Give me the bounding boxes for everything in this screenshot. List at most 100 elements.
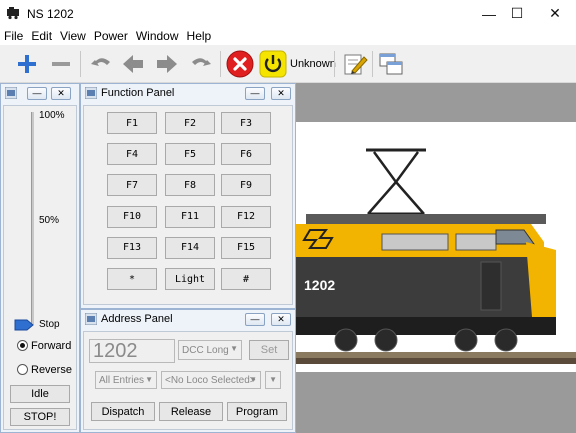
- program-button[interactable]: Program: [227, 402, 287, 421]
- throttle-frame: — ✕ 100% 50% Stop Forward Reverse Idle S…: [0, 83, 80, 433]
- chevron-down-icon: ▼: [269, 375, 277, 384]
- locomotive-picture: [296, 122, 576, 372]
- roster-entry-value: <No Loco Selected>: [165, 374, 256, 386]
- address-panel-titlebar: Address Panel — ✕: [81, 310, 295, 329]
- throttle-frame-titlebar: — ✕: [1, 84, 79, 103]
- redo-button[interactable]: [186, 49, 216, 79]
- function-button[interactable]: F11: [165, 205, 215, 228]
- throttle-body: [3, 105, 77, 430]
- direction-reverse-label: Reverse: [31, 364, 72, 376]
- function-button[interactable]: #: [221, 268, 271, 290]
- power-icon: [259, 50, 287, 78]
- forward-button[interactable]: [152, 49, 182, 79]
- function-button[interactable]: F5: [165, 143, 215, 166]
- dispatch-button[interactable]: Dispatch: [91, 402, 155, 421]
- function-button[interactable]: F4: [107, 143, 157, 166]
- function-button[interactable]: F10: [107, 205, 157, 228]
- function-button[interactable]: F14: [165, 236, 215, 259]
- function-button[interactable]: *: [107, 268, 157, 290]
- roster-filter-select[interactable]: All Entries ▼: [95, 371, 157, 389]
- undo-button[interactable]: [86, 49, 116, 79]
- function-button[interactable]: F6: [221, 143, 271, 166]
- title-bar: NS 1202 — ☐ ✕: [0, 0, 576, 27]
- toolbar-separator: [372, 51, 373, 77]
- frame-minimize-button[interactable]: —: [245, 313, 265, 326]
- forward-icon: [157, 55, 177, 73]
- remove-icon: [52, 62, 70, 66]
- function-panel-frame: Function Panel — ✕ F1 F2 F3 F4 F5 F6 F7 F8 F9 F10…: [80, 83, 296, 309]
- function-button[interactable]: F3: [221, 112, 271, 134]
- function-panel-title: Function Panel: [101, 87, 175, 99]
- menu-view[interactable]: View: [56, 27, 90, 45]
- frame-close-button[interactable]: ✕: [271, 87, 291, 100]
- menu-window[interactable]: Window: [132, 27, 183, 45]
- toolbar-separator: [334, 51, 335, 77]
- chevron-down-icon: ▼: [230, 344, 238, 353]
- set-address-button[interactable]: Set: [249, 340, 289, 360]
- direction-forward-label: Forward: [31, 340, 72, 352]
- undo-icon: [91, 58, 110, 66]
- edit-icon: [344, 54, 368, 75]
- frame-close-button[interactable]: ✕: [51, 87, 71, 100]
- idle-button[interactable]: Idle: [10, 385, 70, 403]
- window-layout-button[interactable]: [376, 49, 406, 79]
- address-input[interactable]: 1202: [89, 339, 175, 363]
- remove-button[interactable]: [46, 49, 76, 79]
- speed-label-mid: 50%: [39, 215, 60, 226]
- speed-label-stop: Stop: [39, 319, 60, 330]
- back-button[interactable]: [118, 49, 148, 79]
- roster-entry-select[interactable]: <No Loco Selected> ▼: [161, 371, 261, 389]
- speed-label-max: 100%: [39, 110, 65, 121]
- frame-close-button[interactable]: ✕: [271, 313, 291, 326]
- address-panel-title: Address Panel: [101, 313, 173, 325]
- function-button[interactable]: F15: [221, 236, 271, 259]
- menu-bar: File Edit View Power Window Help: [0, 27, 576, 45]
- function-button[interactable]: F7: [107, 174, 157, 197]
- function-panel-titlebar: Function Panel — ✕: [81, 84, 295, 103]
- loco-number-label: 1202: [304, 277, 336, 293]
- menu-file[interactable]: File: [0, 27, 27, 45]
- roster-filter-value: All Entries: [99, 374, 145, 386]
- direction-reverse-radio[interactable]: [17, 364, 28, 375]
- train-app-icon: [7, 7, 19, 20]
- direction-forward-radio[interactable]: [17, 340, 28, 351]
- frame-minimize-button[interactable]: —: [245, 87, 265, 100]
- function-button[interactable]: F1: [107, 112, 157, 134]
- address-type-value: DCC Long: [182, 344, 229, 356]
- windows-icon: [379, 53, 403, 75]
- frame-icon: [85, 87, 97, 99]
- back-icon: [123, 55, 143, 73]
- power-button[interactable]: [258, 49, 288, 79]
- maximize-button[interactable]: ☐: [500, 0, 534, 27]
- add-button[interactable]: [12, 49, 42, 79]
- function-button[interactable]: Light: [165, 268, 215, 290]
- toolbar-separator: [220, 51, 221, 77]
- function-button[interactable]: F2: [165, 112, 215, 134]
- emergency-stop-button[interactable]: [225, 49, 255, 79]
- frame-minimize-button[interactable]: —: [27, 87, 47, 100]
- close-button[interactable]: ✕: [538, 0, 572, 27]
- speed-slider-track[interactable]: [31, 112, 34, 325]
- release-button[interactable]: Release: [159, 402, 223, 421]
- window-title: NS 1202: [27, 7, 74, 21]
- stop-icon: [226, 50, 254, 78]
- function-button[interactable]: F12: [221, 205, 271, 228]
- edit-roster-button[interactable]: [340, 49, 370, 79]
- function-button[interactable]: F8: [165, 174, 215, 197]
- power-status-label: Unknown: [290, 58, 336, 70]
- estop-button[interactable]: STOP!: [10, 408, 70, 426]
- menu-power[interactable]: Power: [90, 27, 132, 45]
- function-button[interactable]: F9: [221, 174, 271, 197]
- address-type-select[interactable]: DCC Long ▼: [178, 340, 242, 360]
- menu-edit[interactable]: Edit: [27, 27, 56, 45]
- add-icon: [18, 55, 36, 73]
- speed-slider-thumb[interactable]: [14, 319, 34, 331]
- locomotive-image: 1202: [296, 122, 576, 372]
- chevron-down-icon: ▼: [145, 375, 153, 384]
- frame-icon: [85, 313, 97, 325]
- toolbar: Unknown: [0, 45, 576, 83]
- menu-help[interactable]: Help: [183, 27, 216, 45]
- function-button[interactable]: F13: [107, 236, 157, 259]
- roster-extra-select[interactable]: ▼: [265, 371, 281, 389]
- chevron-down-icon: ▼: [249, 375, 257, 384]
